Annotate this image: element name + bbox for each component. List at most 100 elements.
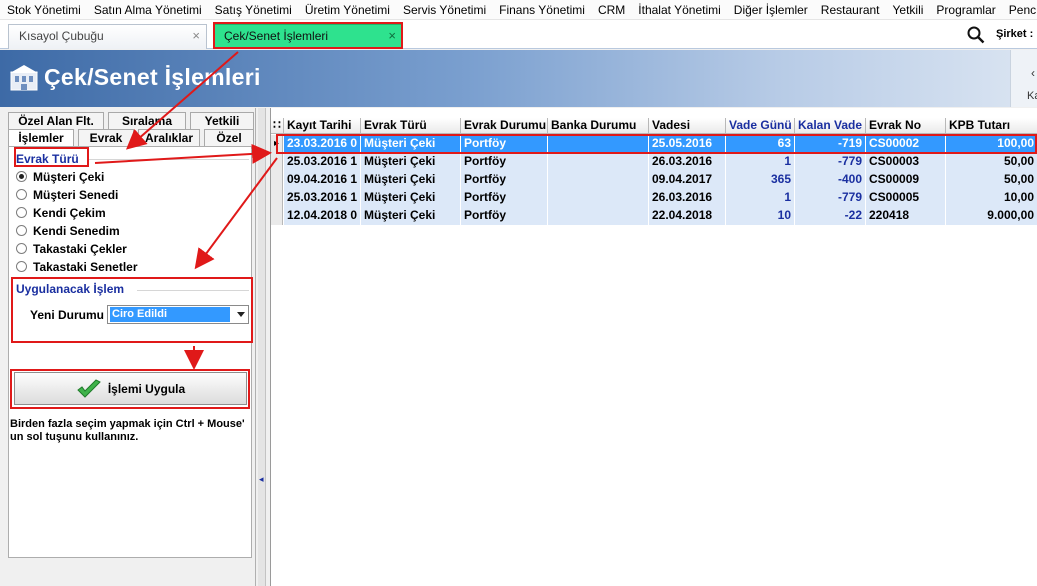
close-icon[interactable]: × xyxy=(192,25,200,47)
menu-restaurant[interactable]: Restaurant xyxy=(814,0,886,19)
grid-header-row: ∷ Kayıt Tarihi Evrak Türü Evrak Durumu B… xyxy=(271,118,1037,134)
col-vadesi[interactable]: Vadesi xyxy=(649,118,726,134)
yeni-durumu-label: Yeni Durumu xyxy=(30,308,105,322)
cell-kpb-tutari: 100,00 xyxy=(946,135,1037,153)
cell-evrak-durumu: Portföy xyxy=(461,189,548,207)
cell-evrak-durumu: Portföy xyxy=(461,135,548,153)
cell-banka-durumu xyxy=(548,153,649,171)
selection-hint: Birden fazla seçim yapmak için Ctrl + Mo… xyxy=(10,418,245,443)
table-row[interactable]: 25.03.2016 1 Müşteri Çeki Portföy 26.03.201… xyxy=(271,153,1037,171)
menu-uretim[interactable]: Üretim Yönetimi xyxy=(298,0,396,19)
toolbar-right-panel[interactable]: ‹ Ka xyxy=(1010,50,1037,107)
menu-bar: Stok Yönetimi Satın Alma Yönetimi Satış … xyxy=(0,0,1037,20)
chevron-down-icon[interactable] xyxy=(237,312,245,317)
radio-musteri-ceki[interactable]: Müşteri Çeki xyxy=(16,168,104,185)
document-tab-strip: Kısayol Çubuğu × Çek/Senet İşlemleri × Ş… xyxy=(0,20,1037,49)
row-indicator[interactable] xyxy=(271,171,283,189)
cell-kalan-vade: -719 xyxy=(795,135,866,153)
col-kalan-vade[interactable]: Kalan Vade xyxy=(795,118,866,134)
cek-senet-grid: ∷ Kayıt Tarihi Evrak Türü Evrak Durumu B… xyxy=(270,108,1037,586)
collapse-arrow-icon[interactable]: ◂ xyxy=(259,474,264,485)
table-row[interactable]: 25.03.2016 1 Müşteri Çeki Portföy 26.03.201… xyxy=(271,189,1037,207)
menu-stok[interactable]: Stok Yönetimi xyxy=(0,0,87,19)
cell-evrak-turu: Müşteri Çeki xyxy=(361,171,461,189)
cell-banka-durumu xyxy=(548,189,649,207)
col-evrak-durumu[interactable]: Evrak Durumu xyxy=(461,118,548,134)
menu-yetkili[interactable]: Yetkili xyxy=(886,0,930,19)
cell-evrak-no: 220418 xyxy=(866,207,946,225)
col-vade-gunu[interactable]: Vade Günü xyxy=(726,118,795,134)
menu-diger[interactable]: Diğer İşlemler xyxy=(727,0,814,19)
tab-evrak[interactable]: Evrak xyxy=(78,129,134,146)
tab-siralama[interactable]: Sıralama xyxy=(108,112,186,129)
page-title: Çek/Senet İşlemleri xyxy=(44,64,261,90)
page-header: Çek/Senet İşlemleri ‹ Ka xyxy=(0,50,1037,107)
col-kayit-tarihi[interactable]: Kayıt Tarihi xyxy=(284,118,361,134)
menu-ithalat[interactable]: İthalat Yönetimi xyxy=(631,0,727,19)
row-indicator[interactable] xyxy=(271,207,283,225)
cell-kalan-vade: -400 xyxy=(795,171,866,189)
panel-splitter[interactable]: ◂ xyxy=(258,108,266,586)
close-icon[interactable]: × xyxy=(388,25,396,47)
cell-evrak-durumu: Portföy xyxy=(461,153,548,171)
radio-label: Takastaki Çekler xyxy=(33,241,127,256)
tab-label: Kısayol Çubuğu xyxy=(19,29,104,43)
cell-vadesi: 26.03.2016 xyxy=(649,153,726,171)
cell-vadesi: 26.03.2016 xyxy=(649,189,726,207)
cell-evrak-no: CS00005 xyxy=(866,189,946,207)
radio-kendi-senedim[interactable]: Kendi Senedim xyxy=(16,222,120,239)
search-icon[interactable] xyxy=(966,25,986,45)
col-banka-durumu[interactable]: Banka Durumu xyxy=(548,118,649,134)
table-row[interactable]: 12.04.2018 0 Müşteri Çeki Portföy 22.04.201… xyxy=(271,207,1037,225)
tab-ozel[interactable]: Özel xyxy=(204,129,254,146)
grid-corner-icon[interactable]: ∷ xyxy=(271,118,284,134)
menu-satin-alma[interactable]: Satın Alma Yönetimi xyxy=(87,0,208,19)
cell-evrak-turu: Müşteri Çeki xyxy=(361,135,461,153)
col-kpb-tutari[interactable]: KPB Tutarı xyxy=(946,118,1037,134)
company-label: Şirket : xyxy=(996,28,1034,40)
cell-kpb-tutari: 10,00 xyxy=(946,189,1037,207)
menu-pencere[interactable]: Penc xyxy=(1002,0,1037,19)
col-evrak-turu[interactable]: Evrak Türü xyxy=(361,118,461,134)
tab-kisayol-cubugu[interactable]: Kısayol Çubuğu × xyxy=(8,24,207,49)
tab-araliklar[interactable]: Aralıklar xyxy=(138,129,200,146)
cell-kayit-tarihi: 25.03.2016 1 xyxy=(284,153,361,171)
col-evrak-no[interactable]: Evrak No xyxy=(866,118,946,134)
menu-programlar[interactable]: Programlar xyxy=(929,0,1001,19)
menu-crm[interactable]: CRM xyxy=(591,0,631,19)
apply-operation-button[interactable]: İşlemi Uygula xyxy=(14,372,247,405)
table-row[interactable]: 09.04.2016 1 Müşteri Çeki Portföy 09.04.201… xyxy=(271,171,1037,189)
group-divider xyxy=(89,159,249,160)
radio-takastaki-cekler[interactable]: Takastaki Çekler xyxy=(16,240,127,257)
yeni-durumu-select[interactable]: Ciro Edildi xyxy=(107,305,249,324)
building-icon xyxy=(10,65,38,91)
radio-label: Kendi Senedim xyxy=(33,223,120,238)
radio-musteri-senedi[interactable]: Müşteri Senedi xyxy=(16,186,118,203)
cell-banka-durumu xyxy=(548,171,649,189)
tab-islemler[interactable]: İşlemler xyxy=(8,129,74,146)
tab-ozel-alan-flt[interactable]: Özel Alan Flt. xyxy=(8,112,104,129)
radio-kendi-cekim[interactable]: Kendi Çekim xyxy=(16,204,106,221)
current-row-indicator-icon[interactable]: ▸ xyxy=(271,135,283,153)
menu-servis[interactable]: Servis Yönetimi xyxy=(396,0,492,19)
yeni-durumu-value: Ciro Edildi xyxy=(110,307,230,322)
menu-satis[interactable]: Satış Yönetimi xyxy=(208,0,298,19)
cell-vade-gunu: 365 xyxy=(726,171,795,189)
uygulanacak-islem-title: Uygulanacak İşlem xyxy=(16,282,125,296)
table-row[interactable]: ▸ 23.03.2016 0 Müşteri Çeki Portföy 25.05.20… xyxy=(271,135,1037,153)
radio-empty-icon xyxy=(16,189,27,200)
row-indicator[interactable] xyxy=(271,189,283,207)
tab-cek-senet-islemleri[interactable]: Çek/Senet İşlemleri × xyxy=(213,24,403,49)
radio-empty-icon xyxy=(16,225,27,236)
arrow-left-icon: ‹ xyxy=(1031,66,1035,80)
menu-finans[interactable]: Finans Yönetimi xyxy=(492,0,591,19)
radio-label: Müşteri Çeki xyxy=(33,169,105,184)
radio-takastaki-senetler[interactable]: Takastaki Senetler xyxy=(16,258,138,275)
toolbar-right-label: Ka xyxy=(1027,90,1037,102)
row-indicator[interactable] xyxy=(271,153,283,171)
checkmark-icon xyxy=(77,378,101,398)
cell-evrak-no: CS00002 xyxy=(866,135,946,153)
cell-kayit-tarihi: 23.03.2016 0 xyxy=(284,135,361,153)
cell-kayit-tarihi: 12.04.2018 0 xyxy=(284,207,361,225)
tab-yetkili[interactable]: Yetkili xyxy=(190,112,254,129)
